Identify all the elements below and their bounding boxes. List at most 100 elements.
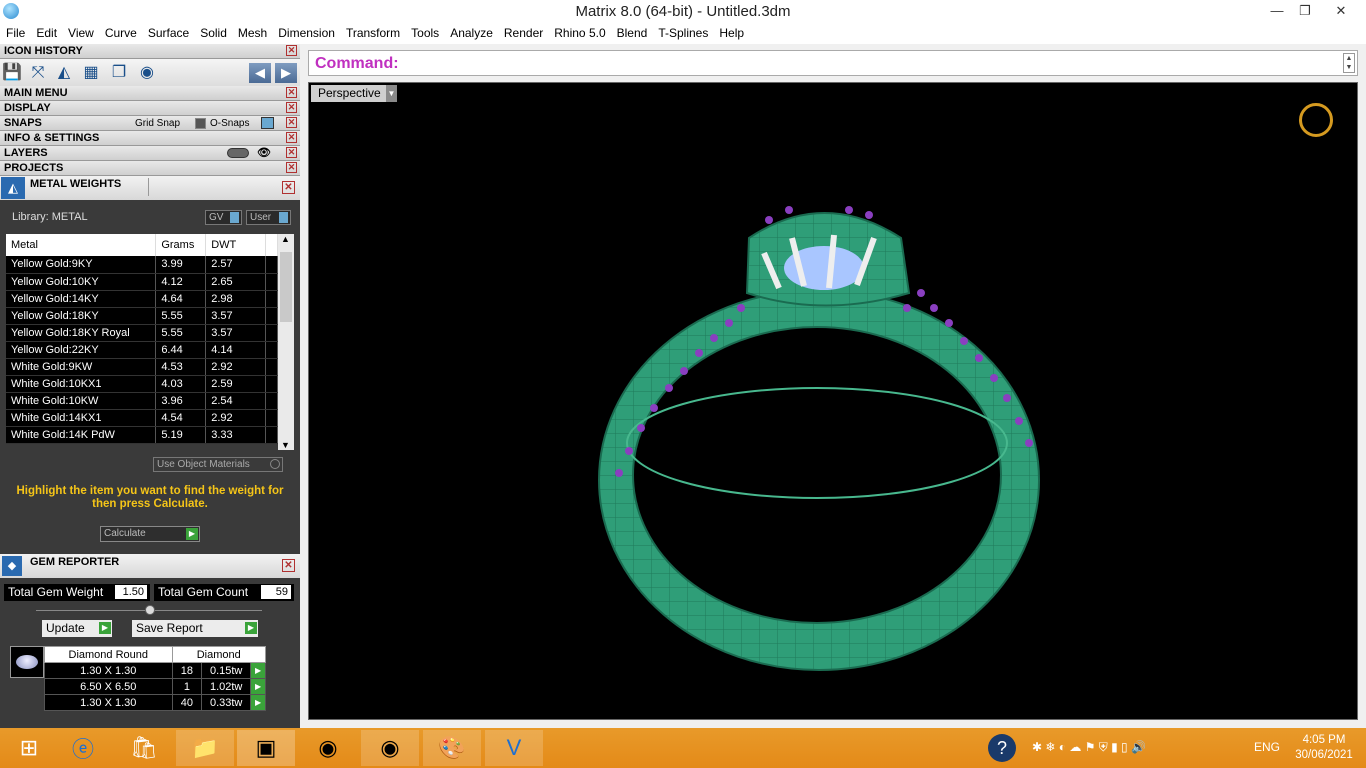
menu-tools[interactable]: Tools: [405, 23, 444, 40]
matrix-taskbar-icon[interactable]: ▣: [237, 730, 295, 766]
tray-icons[interactable]: ✱ ❄ ◐ ☁ ⚑ ⛨ ▮ ▯ 🔊: [1032, 740, 1146, 755]
paint-icon[interactable]: 🎨: [423, 730, 481, 766]
table-row[interactable]: 1.30 X 1.30 18 0.15tw ▶: [44, 662, 266, 679]
internet-explorer-icon[interactable]: ⓔ: [54, 730, 112, 766]
transform-icon[interactable]: ⤧: [27, 62, 49, 84]
close-button[interactable]: ✕: [1326, 0, 1356, 22]
command-line[interactable]: Command: ▲ ▼: [308, 50, 1358, 76]
table-row[interactable]: Yellow Gold:22KY 6.44 4.14: [6, 341, 278, 359]
table-row[interactable]: Yellow Gold:18KY 5.55 3.57: [6, 307, 278, 325]
close-icon[interactable]: ✕: [286, 45, 297, 56]
calculate-button[interactable]: Calculate ▶: [100, 526, 200, 542]
close-icon[interactable]: ✕: [286, 132, 297, 143]
scroll-down-icon[interactable]: ▼: [281, 440, 290, 450]
select-row-icon[interactable]: ▶: [250, 694, 266, 711]
save-report-button[interactable]: Save Report ▶: [132, 620, 258, 637]
menu-file[interactable]: File: [0, 23, 30, 40]
close-icon[interactable]: ✕: [286, 117, 297, 128]
close-icon[interactable]: ✕: [282, 559, 295, 572]
file-explorer-icon[interactable]: 📁: [176, 730, 234, 766]
table-row[interactable]: Yellow Gold:18KY Royal 5.55 3.57: [6, 324, 278, 342]
layers-header[interactable]: LAYERS 👁 ✕: [0, 146, 300, 161]
table-row[interactable]: Yellow Gold:9KY 3.99 2.57: [6, 256, 278, 274]
layer-toggle-icon[interactable]: [227, 148, 249, 158]
save-icon[interactable]: 💾: [1, 62, 23, 84]
scroll-up-icon[interactable]: ▲: [281, 234, 290, 244]
help-icon[interactable]: ?: [988, 734, 1016, 762]
close-icon[interactable]: ✕: [286, 87, 297, 98]
menu-mesh[interactable]: Mesh: [232, 23, 272, 40]
grid-snap-toggle[interactable]: [195, 118, 206, 129]
table-row[interactable]: 6.50 X 6.50 1 1.02tw ▶: [44, 678, 266, 695]
column-header-material: Diamond: [171, 646, 266, 663]
back-arrow-icon[interactable]: ◀: [249, 63, 271, 83]
o-snaps-toggle[interactable]: [261, 117, 274, 129]
document-icon[interactable]: ❐: [108, 62, 130, 84]
menu-analyze[interactable]: Analyze: [444, 23, 498, 40]
grid-icon[interactable]: ▦: [80, 62, 102, 84]
command-spinner[interactable]: ▲ ▼: [1343, 53, 1355, 73]
windows-start-icon[interactable]: ⊞: [0, 730, 58, 766]
menu-help[interactable]: Help: [713, 23, 749, 40]
restore-button[interactable]: ❐: [1290, 0, 1320, 22]
gem-tool-icon[interactable]: ◭: [53, 62, 75, 84]
icon-history-toolbar: 💾 ⤧ ◭ ▦ ❐ ◉ ◀ ▶: [0, 59, 300, 87]
user-toggle[interactable]: User: [246, 210, 291, 225]
table-row[interactable]: White Gold:10KW 3.96 2.54: [6, 392, 278, 410]
projects-header[interactable]: PROJECTS ✕: [0, 161, 300, 176]
menu-view[interactable]: View: [62, 23, 99, 40]
menu-tsplines[interactable]: T-Splines: [652, 23, 713, 40]
ring-view-icon[interactable]: [1299, 103, 1333, 137]
close-icon[interactable]: ✕: [286, 147, 297, 158]
gem-table: Diamond Round Diamond 1.30 X 1.30 18 0.15t…: [44, 646, 266, 711]
close-icon[interactable]: ✕: [286, 162, 297, 173]
snaps-header[interactable]: SNAPS Grid Snap O-Snaps ✕: [0, 116, 300, 131]
table-row[interactable]: Yellow Gold:14KY 4.64 2.98: [6, 290, 278, 308]
column-header-metal[interactable]: Metal: [6, 234, 157, 256]
gem-slider-handle[interactable]: [145, 605, 155, 615]
update-button[interactable]: Update ▶: [42, 620, 112, 637]
table-row[interactable]: White Gold:14KX1 4.54 2.92: [6, 409, 278, 427]
table-row[interactable]: Yellow Gold:10KY 4.12 2.65: [6, 273, 278, 291]
table-scrollbar[interactable]: ▲ ▼: [278, 234, 294, 450]
icon-history-header[interactable]: ICON HISTORY ✕: [0, 44, 300, 59]
store-icon[interactable]: 🛍: [115, 730, 173, 766]
scrollbar-thumb[interactable]: [280, 252, 292, 322]
menu-rhino[interactable]: Rhino 5.0: [548, 23, 610, 40]
info-settings-header[interactable]: INFO & SETTINGS ✕: [0, 131, 300, 146]
chrome-icon[interactable]: ◉: [299, 730, 357, 766]
menu-dimension[interactable]: Dimension: [272, 23, 340, 40]
menu-render[interactable]: Render: [498, 23, 548, 40]
column-header-grams[interactable]: Grams: [155, 234, 207, 256]
column-header-dwt[interactable]: DWT: [205, 234, 267, 256]
menu-transform[interactable]: Transform: [340, 23, 405, 40]
chrome-icon[interactable]: ◉: [361, 730, 419, 766]
table-row[interactable]: White Gold:14K PdW 5.19 3.33: [6, 426, 278, 444]
gem-reporter-icon[interactable]: ◉: [136, 62, 158, 84]
taskbar: ⊞ ⓔ 🛍 📁 ▣ ◉ ◉ 🎨 V ? ✱ ❄ ◐ ☁ ⚑ ⛨ ▮ ▯ 🔊 EN…: [0, 728, 1366, 768]
menu-surface[interactable]: Surface: [142, 23, 194, 40]
close-icon[interactable]: ✕: [282, 181, 295, 194]
gv-toggle[interactable]: GV: [205, 210, 242, 225]
menu-blend[interactable]: Blend: [611, 23, 653, 40]
menu-edit[interactable]: Edit: [30, 23, 62, 40]
perspective-viewport[interactable]: Perspective ▼: [308, 82, 1358, 720]
menu-curve[interactable]: Curve: [99, 23, 142, 40]
table-row[interactable]: White Gold:9KW 4.53 2.92: [6, 358, 278, 376]
main-menu-header[interactable]: MAIN MENU ✕: [0, 86, 300, 101]
select-row-icon[interactable]: ▶: [250, 678, 266, 695]
language-indicator[interactable]: ENG: [1254, 740, 1280, 754]
round-diamond-icon: [10, 646, 44, 678]
close-icon[interactable]: ✕: [286, 102, 297, 113]
vectorworks-icon[interactable]: V: [485, 730, 543, 766]
table-row[interactable]: 1.30 X 1.30 40 0.33tw ▶: [44, 694, 266, 711]
forward-arrow-icon[interactable]: ▶: [275, 63, 297, 83]
minimize-button[interactable]: —: [1262, 0, 1292, 22]
select-row-icon[interactable]: ▶: [250, 662, 266, 679]
table-row[interactable]: White Gold:10KX1 4.03 2.59: [6, 375, 278, 393]
clock[interactable]: 4:05 PM 30/06/2021: [1292, 733, 1356, 763]
eye-icon[interactable]: 👁: [253, 147, 275, 159]
display-header[interactable]: DISPLAY ✕: [0, 101, 300, 116]
use-object-materials-toggle[interactable]: Use Object Materials: [153, 457, 283, 472]
menu-solid[interactable]: Solid: [194, 23, 232, 40]
